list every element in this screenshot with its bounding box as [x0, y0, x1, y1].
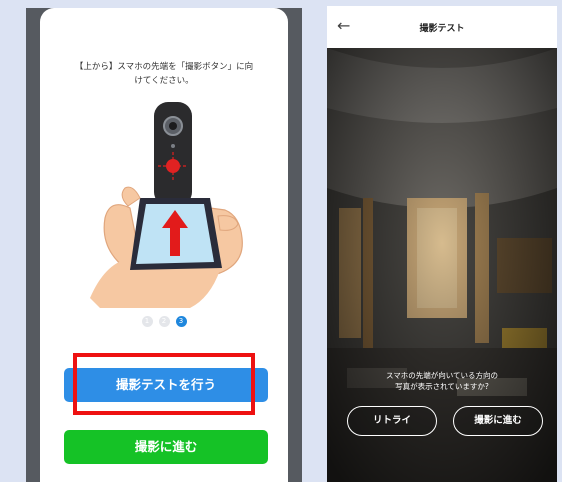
- instruction-text: 【上から】スマホの先端を「撮影ボタン」に向 けてください。: [74, 62, 254, 86]
- screen-title: 撮影テスト: [419, 24, 465, 34]
- red-highlight-box: [73, 353, 255, 415]
- shutter-button: [166, 159, 180, 173]
- confirmation-question: スマホの先端が向いている方向の 写真が表示されていますか?: [385, 371, 499, 391]
- right-phone-screen: ← 撮影テスト スマホの先端が向いている方向の 写真が表示されていますか? リト…: [327, 6, 557, 482]
- proceed-to-shooting-button[interactable]: 撮影に進む: [64, 430, 268, 464]
- page-dot-1: 1: [141, 316, 153, 327]
- camera-pointing-illustration: [90, 102, 243, 308]
- retry-button[interactable]: リトライ: [347, 406, 437, 436]
- page-indicator: 1 2 3: [40, 316, 288, 327]
- page-dot-3: 3: [175, 316, 187, 327]
- page-dot-2: 2: [158, 316, 170, 327]
- proceed-to-shooting-button-right[interactable]: 撮影に進む: [453, 406, 543, 436]
- app-header: ← 撮影テスト: [327, 6, 557, 48]
